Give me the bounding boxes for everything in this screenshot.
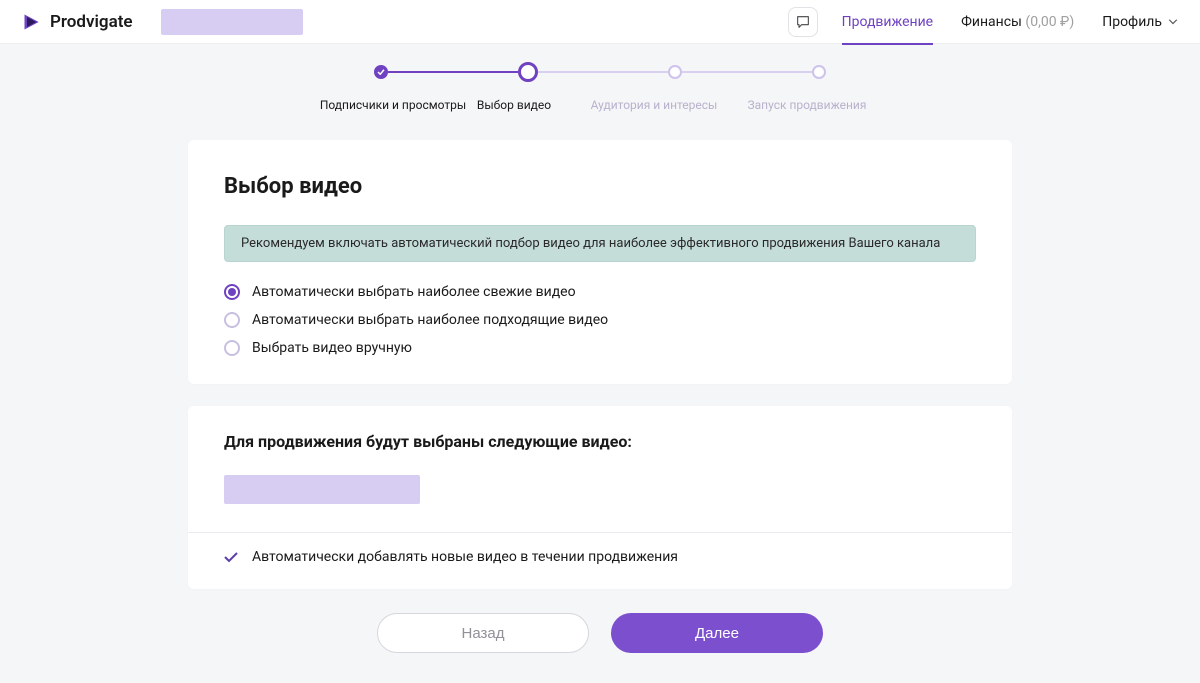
step-line	[682, 71, 812, 73]
radio-indicator	[224, 284, 240, 300]
step-audience[interactable]	[668, 65, 682, 79]
radio-auto-suitable[interactable]: Автоматически выбрать наиболее подходящи…	[224, 312, 976, 328]
radio-label: Автоматически выбрать наиболее подходящи…	[252, 312, 608, 328]
step-line	[538, 71, 668, 73]
radio-manual[interactable]: Выбрать видео вручную	[224, 340, 976, 356]
step-launch[interactable]	[812, 65, 826, 79]
step-circle-future	[668, 65, 682, 79]
radio-label: Автоматически выбрать наиболее свежие ви…	[252, 284, 576, 300]
radio-label: Выбрать видео вручную	[252, 340, 412, 356]
nav-finance-label: Финансы	[961, 14, 1022, 30]
nav-finance[interactable]: Финансы (0,00 ₽)	[961, 0, 1074, 44]
nav-profile-label: Профиль	[1102, 14, 1162, 30]
play-triangle-icon	[22, 12, 42, 32]
step-line	[388, 71, 518, 73]
video-selection-card: Выбор видео Рекомендуем включать автомат…	[188, 140, 1012, 384]
wizard-nav-buttons: Назад Далее	[188, 589, 1012, 683]
selected-videos-title: Для продвижения будут выбраны следующие …	[224, 432, 976, 451]
promotion-stepper	[0, 44, 1200, 90]
support-chat-button[interactable]	[788, 7, 818, 37]
step-video-select[interactable]	[518, 62, 538, 82]
stepper-labels: Подписчики и просмотры Выбор видео Аудит…	[0, 90, 1200, 118]
step-circle-done	[374, 65, 388, 79]
video-thumbnail-placeholder[interactable]	[224, 475, 420, 504]
step-label: Аудитория и интересы	[569, 98, 739, 112]
channel-selector-placeholder[interactable]	[161, 9, 303, 35]
brand-logo[interactable]: Prodvigate	[22, 12, 133, 32]
brand-name: Prodvigate	[50, 12, 133, 32]
step-subscribers[interactable]	[374, 65, 388, 79]
video-mode-radios: Автоматически выбрать наиболее свежие ви…	[224, 284, 976, 356]
step-circle-current	[518, 62, 538, 82]
chat-bubble-icon	[795, 14, 811, 30]
step-label: Запуск продвижения	[727, 98, 887, 112]
recommendation-hint: Рекомендуем включать автоматический подб…	[224, 225, 976, 262]
check-icon	[224, 552, 238, 563]
auto-add-checkbox[interactable]: Автоматически добавлять новые видео в те…	[224, 549, 976, 565]
nav-finance-amount: (0,00 ₽)	[1025, 14, 1074, 30]
back-button[interactable]: Назад	[377, 613, 589, 653]
next-button[interactable]: Далее	[611, 613, 823, 653]
radio-auto-fresh[interactable]: Автоматически выбрать наиболее свежие ви…	[224, 284, 976, 300]
step-circle-future	[812, 65, 826, 79]
app-header: Prodvigate Продвижение Финансы (0,00 ₽) …	[0, 0, 1200, 44]
step-label: Выбор видео	[449, 98, 579, 112]
radio-indicator	[224, 340, 240, 356]
auto-add-label: Автоматически добавлять новые видео в те…	[252, 549, 678, 565]
check-icon	[377, 69, 385, 75]
header-nav: Продвижение Финансы (0,00 ₽) Профиль	[842, 0, 1178, 44]
selected-videos-card: Для продвижения будут выбраны следующие …	[188, 406, 1012, 589]
radio-indicator	[224, 312, 240, 328]
chevron-down-icon	[1168, 19, 1178, 25]
nav-profile[interactable]: Профиль	[1102, 0, 1178, 44]
card-title: Выбор видео	[224, 174, 976, 199]
divider	[188, 532, 1012, 533]
nav-promotion-label: Продвижение	[842, 14, 933, 30]
nav-promotion[interactable]: Продвижение	[842, 0, 933, 44]
